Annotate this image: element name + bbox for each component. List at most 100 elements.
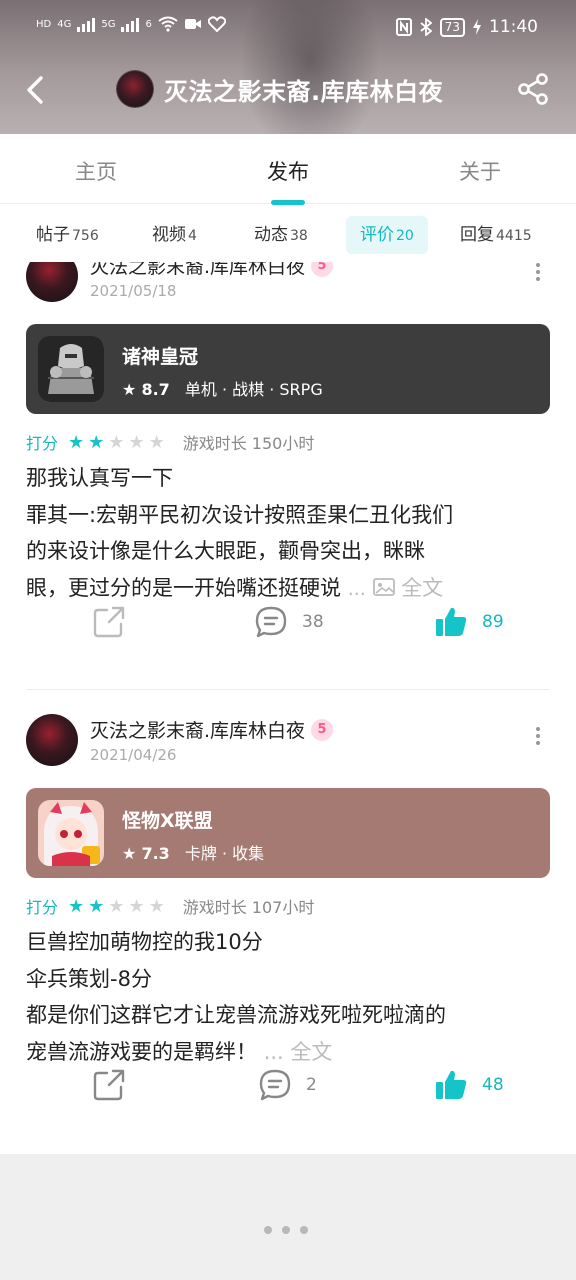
subtab-posts[interactable]: 帖子 756 bbox=[36, 216, 99, 254]
rating-row: 打分 ★ ★ ★ ★ ★ 游戏时长 150小时 bbox=[26, 430, 314, 454]
author-name-text: 灭法之影末裔.库库林白夜 bbox=[90, 262, 306, 278]
video-camera-icon bbox=[184, 19, 201, 29]
star-icon: ★ bbox=[122, 380, 137, 399]
action-row: 38 89 bbox=[0, 605, 576, 645]
star-icon: ★ bbox=[122, 844, 137, 863]
rating-row: 打分 ★ ★ ★ ★ ★ 游戏时长 107小时 bbox=[26, 894, 314, 918]
review-line: 的来设计像是什么大眼距，颧骨突出，眯眯 bbox=[26, 539, 425, 563]
status-bar: HD 4G 5G 6 73 11:40 bbox=[0, 0, 576, 56]
level-badge: 5 bbox=[311, 718, 334, 741]
post-divider bbox=[26, 689, 550, 690]
read-more-link[interactable]: ... 全文 bbox=[264, 1040, 333, 1064]
tab-publish[interactable]: 发布 bbox=[228, 156, 348, 186]
star-icon: ★ bbox=[128, 895, 145, 917]
rating-label: 打分 bbox=[26, 434, 59, 453]
comment-icon bbox=[259, 1069, 291, 1101]
game-meta: ★ 8.7 单机 · 战棋 · SRPG bbox=[122, 376, 323, 400]
bottom-loading-area bbox=[0, 1154, 576, 1280]
network-5g-label: 5G bbox=[101, 18, 116, 30]
star-icon: ★ bbox=[148, 895, 165, 917]
review-line-last: 眼，更过分的是一开始嘴还挺硬说 ... 全文 bbox=[26, 570, 556, 608]
star-icon: ★ bbox=[88, 895, 105, 917]
game-score: 7.3 bbox=[141, 844, 170, 863]
more-options-icon[interactable] bbox=[530, 724, 546, 754]
game-name: 诸神皇冠 bbox=[122, 346, 199, 368]
game-name: 怪物X联盟 bbox=[122, 810, 213, 832]
comment-icon bbox=[255, 606, 287, 638]
profile-header: HD 4G 5G 6 73 11:40 灭法之影末裔.库库林白夜 bbox=[0, 0, 576, 134]
subtab-replies-count: 4415 bbox=[496, 228, 532, 244]
network-4g-label: 4G bbox=[57, 18, 72, 30]
comment-button[interactable]: 2 bbox=[258, 1068, 317, 1102]
share-post-button[interactable] bbox=[92, 1068, 126, 1102]
active-tab-indicator bbox=[271, 200, 305, 205]
game-card[interactable]: 怪物X联盟 ★ 7.3 卡牌 · 收集 bbox=[26, 788, 550, 878]
thumbs-up-icon bbox=[436, 607, 467, 636]
bluetooth-icon bbox=[420, 18, 432, 36]
read-more-link[interactable]: ... 全文 bbox=[348, 576, 444, 600]
game-card[interactable]: 诸神皇冠 ★ 8.7 单机 · 战棋 · SRPG bbox=[26, 324, 550, 414]
star-icon: ★ bbox=[108, 895, 125, 917]
comment-count: 2 bbox=[306, 1075, 317, 1095]
review-line: 罪其一:宏朝平民初次设计按照歪果仁丑化我们 bbox=[26, 502, 454, 527]
star-icon: ★ bbox=[88, 431, 105, 453]
like-button[interactable]: 89 bbox=[434, 605, 504, 639]
wifi-6-label: 6 bbox=[145, 18, 152, 30]
subtab-reviews-label: 评价 bbox=[360, 225, 394, 245]
avatar[interactable] bbox=[26, 262, 78, 302]
share-icon[interactable] bbox=[516, 72, 550, 106]
anime-character-icon bbox=[38, 800, 104, 866]
tab-home[interactable]: 主页 bbox=[36, 156, 156, 186]
like-button[interactable]: 48 bbox=[434, 1068, 504, 1102]
star-icon: ★ bbox=[128, 431, 145, 453]
review-feed[interactable]: 灭法之影末裔.库库林白夜 5 2021/05/18 诸神皇冠 ★ 8.7 单机 … bbox=[0, 262, 576, 1154]
subtab-videos-count: 4 bbox=[188, 228, 197, 244]
more-options-icon[interactable] bbox=[530, 262, 546, 290]
game-score: 8.7 bbox=[141, 380, 170, 399]
avatar[interactable] bbox=[26, 714, 78, 766]
heart-link-icon bbox=[207, 16, 226, 32]
share-post-button[interactable] bbox=[92, 605, 126, 639]
playtime: 游戏时长 107小时 bbox=[182, 898, 315, 917]
knight-armor-icon bbox=[38, 336, 104, 402]
like-count: 89 bbox=[482, 612, 504, 632]
charging-icon bbox=[473, 19, 481, 35]
game-tags: 卡牌 · 收集 bbox=[184, 844, 265, 863]
review-line-text: 宠兽流游戏要的是羁绊！ bbox=[26, 1039, 257, 1064]
like-count: 48 bbox=[482, 1075, 504, 1095]
playtime: 游戏时长 150小时 bbox=[182, 434, 315, 453]
game-tags: 单机 · 战棋 · SRPG bbox=[184, 380, 323, 399]
comment-button[interactable]: 38 bbox=[254, 605, 324, 639]
subtab-replies[interactable]: 回复 4415 bbox=[460, 216, 532, 254]
signal-icon bbox=[77, 16, 96, 32]
review-line: 那我认真写一下 bbox=[26, 466, 173, 490]
star-icon: ★ bbox=[148, 431, 165, 453]
star-icon: ★ bbox=[68, 895, 85, 917]
nfc-icon bbox=[395, 18, 412, 36]
subtab-reviews[interactable]: 评价 20 bbox=[346, 216, 428, 254]
subtab-posts-count: 756 bbox=[72, 228, 99, 244]
signal-icon-2 bbox=[121, 16, 140, 32]
page-title: 灭法之影末裔.库库林白夜 bbox=[164, 77, 444, 106]
game-icon bbox=[38, 336, 104, 402]
wifi-icon bbox=[158, 16, 178, 32]
subtab-moments-label: 动态 bbox=[254, 225, 288, 245]
author-name[interactable]: 灭法之影末裔.库库林白夜 5 bbox=[90, 716, 334, 743]
review-text[interactable]: 巨兽控加萌物控的我10分 伞兵策划-8分 都是你们这群它才让宠兽流游戏死啦死啦滴… bbox=[26, 924, 556, 1070]
nav-row: 灭法之影末裔.库库林白夜 bbox=[0, 62, 576, 118]
review-line: 伞兵策划-8分 bbox=[26, 966, 152, 991]
author-name[interactable]: 灭法之影末裔.库库林白夜 5 bbox=[90, 262, 334, 279]
author-name-text: 灭法之影末裔.库库林白夜 bbox=[90, 720, 306, 742]
sub-tabs: 帖子 756 视频 4 动态 38 评价 20 回复 4415 bbox=[0, 206, 576, 262]
tab-about[interactable]: 关于 bbox=[420, 156, 540, 186]
review-line-last: 宠兽流游戏要的是羁绊！ ... 全文 bbox=[26, 1034, 556, 1071]
review-text[interactable]: 那我认真写一下 罪其一:宏朝平民初次设计按照歪果仁丑化我们 的来设计像是什么大眼… bbox=[26, 460, 556, 607]
thumbs-up-icon bbox=[436, 1070, 467, 1099]
chevron-left-icon[interactable] bbox=[22, 72, 52, 108]
subtab-videos[interactable]: 视频 4 bbox=[152, 216, 197, 254]
subtab-moments[interactable]: 动态 38 bbox=[254, 216, 308, 254]
clock-time: 11:40 bbox=[489, 17, 538, 37]
subtab-reviews-count: 20 bbox=[396, 228, 414, 244]
header-avatar[interactable] bbox=[116, 70, 154, 108]
external-share-icon bbox=[93, 606, 125, 638]
